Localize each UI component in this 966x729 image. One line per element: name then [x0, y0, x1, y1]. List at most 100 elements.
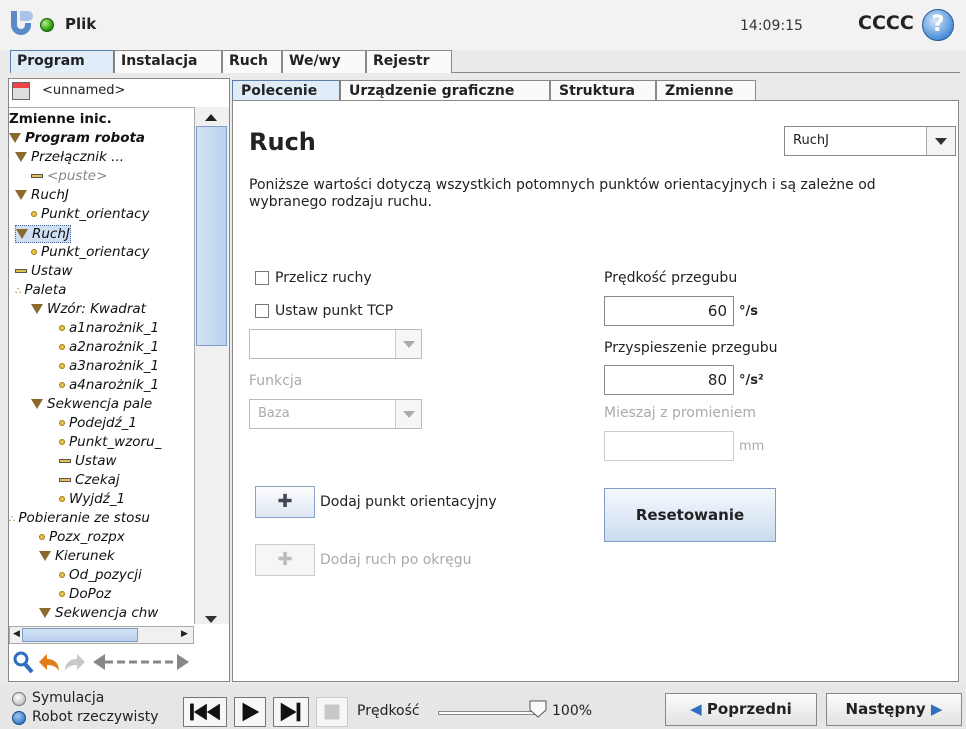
- file-menu[interactable]: Plik: [65, 15, 96, 33]
- tab-move[interactable]: Ruch: [222, 50, 282, 73]
- tree-node[interactable]: Punkt_wzoru_: [59, 434, 161, 450]
- speed-slider-thumb[interactable]: [529, 700, 547, 718]
- tree-node-label: Pobieranie ze stosu: [18, 510, 150, 526]
- add-waypoint-label: Dodaj punkt orientacyjny: [320, 494, 497, 510]
- reset-button[interactable]: Resetowanie: [604, 488, 776, 542]
- set-tcp-label: Ustaw punkt TCP: [275, 303, 394, 319]
- waypoint-icon: [59, 382, 65, 388]
- set-tcp-checkbox[interactable]: [255, 304, 269, 318]
- tree-node-label: a2narożnik_1: [69, 339, 160, 355]
- speed-slider[interactable]: [438, 711, 538, 715]
- stop-button: [316, 697, 348, 727]
- tree-node[interactable]: a4narożnik_1: [59, 377, 159, 393]
- scroll-down-icon[interactable]: [205, 616, 217, 623]
- folder-triangle-icon: [39, 551, 51, 561]
- tree-node[interactable]: Kierunek: [39, 548, 115, 564]
- tree-node-label: Punkt_wzoru_: [69, 434, 162, 450]
- page-title: Ruch: [249, 128, 316, 156]
- tree-node[interactable]: a2narożnik_1: [59, 339, 159, 355]
- folder-triangle-icon: [39, 608, 51, 618]
- tree-node[interactable]: a3narożnik_1: [59, 358, 159, 374]
- tree-node[interactable]: Punkt_orientacy: [31, 244, 150, 260]
- subtab-structure[interactable]: Struktura: [550, 80, 656, 101]
- simulation-radio[interactable]: [12, 692, 26, 706]
- tree-node[interactable]: Sekwencja pale: [31, 396, 152, 412]
- tab-log[interactable]: Rejestr: [366, 50, 452, 73]
- tree-node[interactable]: ∴ Pobieranie ze stosu: [9, 510, 150, 526]
- joint-speed-unit: °/s: [739, 304, 758, 319]
- tree-node[interactable]: Wyjdź_1: [59, 491, 125, 507]
- tree-node[interactable]: RuchJ: [15, 225, 71, 243]
- subtab-variables[interactable]: Zmienne: [656, 80, 756, 101]
- tree-node[interactable]: Punkt_orientacy: [31, 206, 150, 222]
- tree-node[interactable]: ∴ Paleta: [15, 282, 66, 298]
- tree-node-label: a3narożnik_1: [69, 358, 160, 374]
- plus-icon: ✚: [277, 549, 293, 570]
- subtab-command[interactable]: Polecenie: [232, 80, 340, 101]
- tree-node[interactable]: Wzór: Kwadrat: [31, 301, 146, 317]
- recalc-moves-checkbox[interactable]: [255, 271, 269, 285]
- scroll-right-icon[interactable]: ▶: [178, 627, 191, 643]
- move-type-dropdown-button[interactable]: [926, 127, 955, 155]
- tree-node-label: Zmienne inic.: [9, 111, 112, 127]
- command-icon: [31, 174, 43, 178]
- tree-node[interactable]: Czekaj: [59, 472, 120, 488]
- tree-node-label: a1narożnik_1: [69, 320, 160, 336]
- add-waypoint-button[interactable]: ✚: [255, 486, 315, 518]
- search-icon[interactable]: [11, 650, 35, 674]
- tree-node-label: DoPoz: [69, 586, 112, 602]
- tree-node-label: Podejdź_1: [69, 415, 138, 431]
- previous-button[interactable]: ◀ Poprzedni: [665, 693, 817, 726]
- step-button[interactable]: [273, 697, 309, 727]
- tree-node-label: Ustaw: [75, 453, 117, 469]
- tree-node[interactable]: Podejdź_1: [59, 415, 137, 431]
- tree-node[interactable]: Przełącznik ...: [15, 149, 124, 165]
- command-icon: [15, 269, 27, 273]
- ur-logo: [11, 11, 33, 35]
- joint-accel-input[interactable]: 80: [604, 365, 734, 395]
- undo-icon[interactable]: [37, 650, 61, 674]
- program-tree[interactable]: Zmienne inic. Program robota Przełącznik .…: [9, 107, 194, 624]
- tree-hscroll-thumb[interactable]: [22, 628, 138, 642]
- speed-label: Prędkość: [357, 703, 420, 719]
- folder-triangle-icon: [31, 399, 43, 409]
- function-select: Baza: [249, 399, 422, 429]
- function-dropdown-button: [395, 400, 421, 428]
- tab-program[interactable]: Program: [10, 50, 114, 73]
- blend-radius-unit: mm: [739, 439, 765, 454]
- chevron-down-icon: [935, 138, 947, 145]
- tree-node-label: <puste>: [47, 168, 108, 184]
- tree-node[interactable]: <puste>: [31, 168, 107, 184]
- move-arrows-icon[interactable]: [91, 650, 191, 674]
- joint-accel-unit: °/s²: [739, 373, 764, 388]
- real-robot-radio[interactable]: [12, 711, 26, 725]
- add-circle-move-label: Dodaj ruch po okręgu: [320, 552, 472, 568]
- tree-node[interactable]: a1narożnik_1: [59, 320, 159, 336]
- joint-speed-input[interactable]: 60: [604, 296, 734, 326]
- tree-node[interactable]: RuchJ: [15, 187, 69, 203]
- scroll-up-icon[interactable]: [205, 114, 217, 121]
- next-button[interactable]: Następny ▶: [826, 693, 962, 726]
- chevron-down-icon: [403, 411, 415, 418]
- tree-node[interactable]: DoPoz: [59, 586, 111, 602]
- waypoint-icon: [31, 211, 37, 217]
- tree-node[interactable]: Sekwencja chw: [39, 605, 158, 621]
- tree-node[interactable]: Ustaw: [59, 453, 117, 469]
- tree-node[interactable]: Od_pozycji: [59, 567, 142, 583]
- play-button[interactable]: [234, 697, 266, 727]
- blend-radius-label: Mieszaj z promieniem: [604, 405, 756, 421]
- save-icon[interactable]: [12, 82, 30, 100]
- tab-installation[interactable]: Instalacja: [114, 50, 222, 73]
- tab-io[interactable]: We/wy: [282, 50, 366, 73]
- tree-node[interactable]: Zmienne inic.: [9, 111, 112, 127]
- waypoint-icon: [59, 363, 65, 369]
- waypoint-icon: [59, 572, 65, 578]
- subtab-graphics[interactable]: Urządzenie graficzne: [340, 80, 550, 101]
- tree-node[interactable]: Program robota: [9, 130, 145, 146]
- tree-node[interactable]: Pozx_rozpx: [39, 529, 125, 545]
- rewind-button[interactable]: [183, 697, 227, 727]
- waypoint-icon: [59, 496, 65, 502]
- tree-scroll-thumb[interactable]: [196, 126, 227, 346]
- tree-node[interactable]: Ustaw: [15, 263, 73, 279]
- help-icon[interactable]: ?: [922, 9, 954, 41]
